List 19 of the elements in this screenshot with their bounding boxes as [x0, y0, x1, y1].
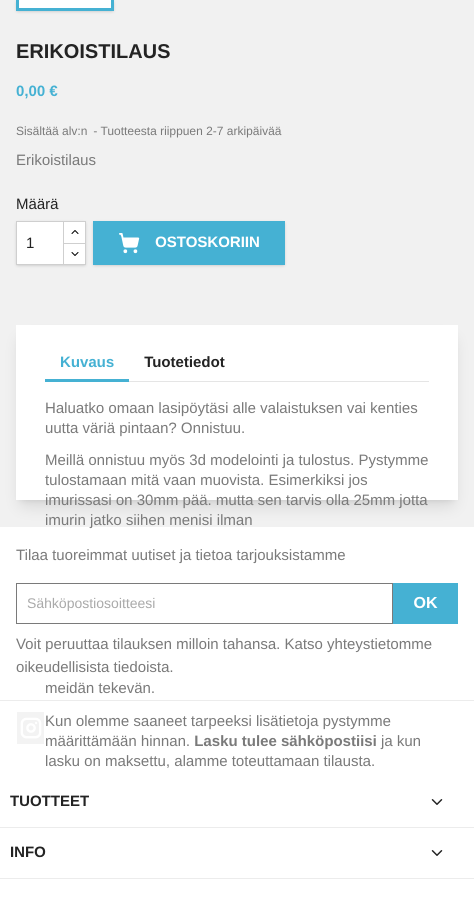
newsletter-title: Tilaa tuoreimmat uutiset ja tietoa tarjouksistamme: [16, 546, 346, 566]
tab[interactable]: Tuotetiedot: [129, 347, 240, 382]
footer-section-toggle[interactable]: INFO: [0, 828, 474, 879]
quantity-label: Määrä: [16, 195, 59, 215]
description-paragraph: Haluatko omaan lasipöytäsi alle valaistuksen vai kenties uutta väriä pintaan? Onnistuu.: [45, 399, 419, 439]
product-price: 0,00 €: [16, 82, 58, 102]
cart-icon: [118, 232, 140, 254]
tax-note: Sisältää alv:n: [16, 123, 88, 139]
description-paragraph: meidän tekevän.: [44, 679, 156, 699]
product-thumbnail[interactable]: [16, 0, 114, 11]
description-paragraph: Meillä onnistuu myös 3d modelointi ja tulostus. Pystymme tulostamaan mitä vaan muovista. Esimerkiksi jos imurissasi on 30mm pää. mutta sen tarvis olla 25mm jotta imurin jatko siihen menisi ilman: [45, 451, 429, 531]
quantity-field[interactable]: 1: [16, 221, 63, 265]
footer-section-toggle[interactable]: TUOTTEET: [0, 777, 474, 828]
product-title: ERIKOISTILAUS: [16, 40, 170, 65]
newsletter-note: Voit peruuttaa tilauksen milloin tahansa. Katso yhteystietomme oikeudellisista tiedoista.: [16, 635, 434, 678]
description-paragraph: Kun olemme saaneet tarpeeksi lisätietoja pystymme määrittämään hinnan. Lasku tulee sähköpostiisi ja kun lasku on maksettu, alamme toteuttamaan tilausta.: [45, 712, 422, 772]
email-field[interactable]: Sähköpostiosoitteesi: [16, 583, 393, 624]
delivery-note: - Tuotteesta riippuen 2-7 arkipäivää: [93, 123, 282, 139]
short-description: Erikoistilaus: [16, 151, 96, 171]
